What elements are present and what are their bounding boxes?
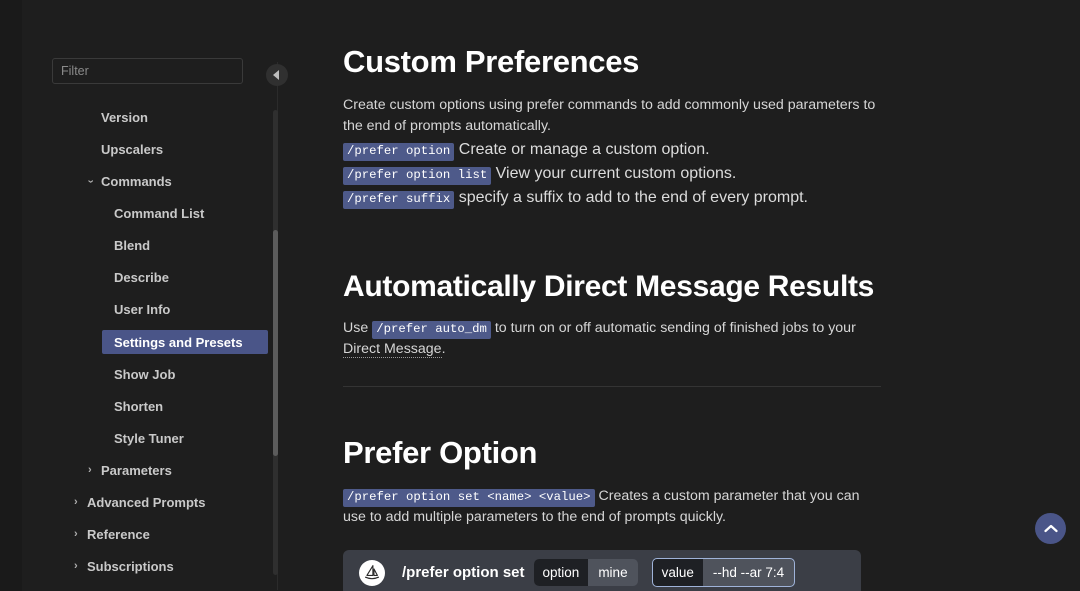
discord-param-value: --hd --ar 7:4 <box>712 565 785 581</box>
discord-param-key: option <box>533 559 589 587</box>
command-code: /prefer suffix <box>343 190 455 209</box>
sidebar-collapse-button[interactable] <box>266 64 288 86</box>
main-content: Custom Preferences Create custom options… <box>343 0 903 591</box>
sidebar-item-label: Upscalers <box>101 142 164 157</box>
discord-command-card: /prefer option set option mine value --hd -… <box>343 549 861 591</box>
sidebar-item-label: Show Job <box>114 367 176 382</box>
sidebar-nav: Version Upscalers › Commands Command List Ble… <box>22 106 278 578</box>
sidebar-item-label: Subscriptions <box>87 559 174 574</box>
chevron-up-icon <box>1043 524 1058 533</box>
section-title-prefer-option: Prefer Option <box>343 434 538 470</box>
sidebar-item-blend[interactable]: Blend <box>22 234 278 257</box>
sidebar-item-label: Settings and Presets <box>114 334 243 350</box>
triangle-left-icon <box>273 70 279 80</box>
command-code: /prefer option list <box>343 166 492 185</box>
midjourney-sailboat-icon <box>364 564 380 579</box>
auto-dm-paragraph: Use /prefer auto_dm to turn on or off au… <box>343 318 883 360</box>
command-list: /prefer option Create or manage a custom… <box>343 140 903 209</box>
sidebar-item-user-info[interactable]: User Info <box>22 298 278 321</box>
auto-dm-pre: Use <box>343 319 369 336</box>
sidebar-item-label: Reference <box>87 527 150 542</box>
sidebar-item-subscriptions[interactable]: › Subscriptions <box>22 555 278 578</box>
prefer-option-code: /prefer option set <name> <value> <box>343 488 595 507</box>
sidebar-item-command-list[interactable]: Command List <box>22 202 278 225</box>
chevron-down-icon: › <box>84 179 97 184</box>
sidebar-item-version[interactable]: Version <box>22 106 278 129</box>
sidebar-item-label: Shorten <box>114 399 164 414</box>
sidebar-item-label: Advanced Prompts <box>87 495 206 510</box>
sidebar-item-upscalers[interactable]: Upscalers <box>22 138 278 161</box>
avatar <box>359 559 385 586</box>
command-line: /prefer suffix specify a suffix to add t… <box>343 188 903 209</box>
left-gutter <box>0 0 22 591</box>
discord-command-name: /prefer option set <box>402 564 525 582</box>
sidebar-item-commands[interactable]: › Commands <box>22 170 278 193</box>
sidebar-scrollbar-thumb[interactable] <box>273 230 278 456</box>
chevron-right-icon: › <box>74 560 78 572</box>
auto-dm-code: /prefer auto_dm <box>372 320 491 339</box>
discord-param-pill[interactable]: value --hd --ar 7:4 <box>651 558 796 588</box>
sidebar-item-describe[interactable]: Describe <box>22 266 278 289</box>
command-line: /prefer option list View your current cu… <box>343 164 903 185</box>
command-line: /prefer option Create or manage a custom… <box>343 140 903 161</box>
filter-input[interactable] <box>52 58 243 84</box>
prefer-option-paragraph: /prefer option set <name> <value> Create… <box>343 486 883 528</box>
chevron-right-icon: › <box>74 496 78 508</box>
sidebar-item-label: Describe <box>114 270 169 285</box>
sidebar-item-advanced-prompts[interactable]: › Advanced Prompts <box>22 491 278 514</box>
sidebar-item-reference[interactable]: › Reference <box>22 523 278 546</box>
sidebar-item-label: Blend <box>114 238 151 253</box>
section-title-auto-dm: Automatically Direct Message Results <box>343 269 875 303</box>
chevron-right-icon: › <box>74 528 78 540</box>
filter-container <box>22 58 278 84</box>
command-description: View your current custom options. <box>491 164 737 182</box>
discord-param-pill[interactable]: option mine <box>533 559 638 587</box>
direct-message-link[interactable]: Direct Message <box>343 340 442 358</box>
sidebar-item-style-tuner[interactable]: Style Tuner <box>22 427 278 450</box>
sidebar-item-label: Version <box>101 110 148 125</box>
auto-dm-post: . <box>441 340 446 357</box>
sidebar-item-parameters[interactable]: › Parameters <box>22 459 278 482</box>
page-title: Custom Preferences <box>343 44 640 79</box>
chevron-right-icon: › <box>88 464 92 476</box>
discord-param-key: value <box>652 559 703 587</box>
discord-params: option mine value --hd --ar 7:4 <box>525 558 796 588</box>
auto-dm-mid: to turn on or off automatic sending of f… <box>494 319 856 336</box>
intro-paragraph: Create custom options using prefer comma… <box>343 96 876 134</box>
page-root: Version Upscalers › Commands Command List Ble… <box>0 0 1080 591</box>
discord-param-value: mine <box>598 565 628 581</box>
command-description: specify a suffix to add to the end of ev… <box>454 188 808 206</box>
sidebar-item-label: Command List <box>114 206 205 221</box>
sidebar-item-label: User Info <box>114 302 171 317</box>
sidebar-item-label: Style Tuner <box>114 431 184 446</box>
sidebar-item-shorten[interactable]: Shorten <box>22 395 278 418</box>
sidebar: Version Upscalers › Commands Command List Ble… <box>22 0 278 591</box>
sidebar-item-label: Commands <box>101 174 172 189</box>
command-code: /prefer option <box>343 142 455 161</box>
scroll-to-top-button[interactable] <box>1035 513 1066 544</box>
sidebar-item-settings-and-presets[interactable]: Settings and Presets <box>102 330 268 354</box>
command-description: Create or manage a custom option. <box>454 140 710 158</box>
sidebar-item-show-job[interactable]: Show Job <box>22 363 278 386</box>
sidebar-item-label: Parameters <box>101 463 172 478</box>
